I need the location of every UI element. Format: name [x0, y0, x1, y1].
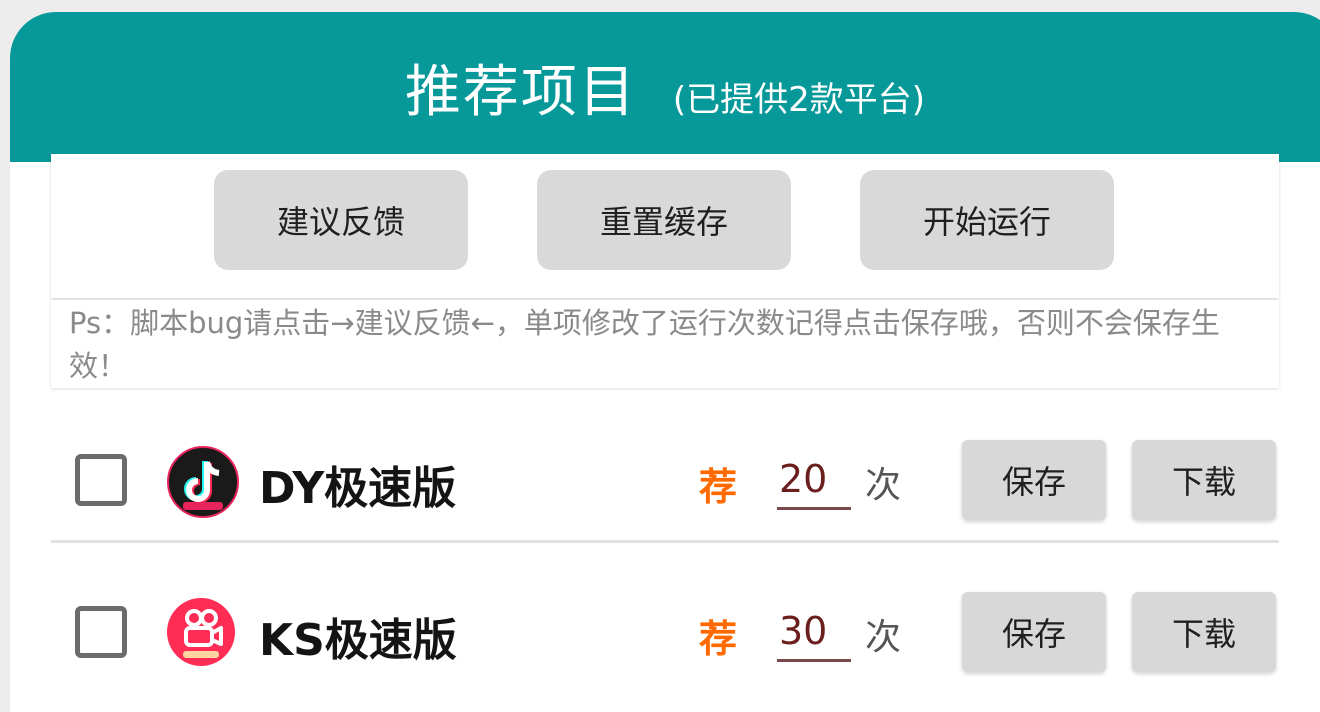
app-checkbox-dy[interactable] — [75, 454, 127, 506]
run-count-input-dy[interactable]: 20 — [777, 452, 851, 510]
reset-cache-button[interactable]: 重置缓存 — [537, 170, 791, 270]
tip-text: Ps：脚本bug请点击→建议反馈←，单项修改了运行次数记得点击保存哦，否则不会保… — [51, 300, 1279, 388]
recommend-badge: 荐 — [699, 465, 738, 509]
count-unit: 次 — [865, 465, 902, 506]
app-row-ks: KS极速版 荐 30 次 保存 下载 — [51, 562, 1279, 702]
download-button-dy[interactable]: 下载 — [1132, 440, 1276, 520]
run-count-input-ks[interactable]: 30 — [777, 604, 851, 662]
kuaishou-icon — [167, 598, 235, 666]
start-button[interactable]: 开始运行 — [860, 170, 1114, 270]
page-subtitle: (已提供2款平台) — [672, 79, 926, 120]
page-title: 推荐项目 — [404, 59, 637, 125]
save-button-ks[interactable]: 保存 — [962, 592, 1106, 672]
row-divider — [51, 540, 1279, 543]
app-name-dy: DY极速版 — [259, 463, 457, 514]
app-row-dy: DY极速版 荐 20 次 保存 下载 — [51, 410, 1279, 550]
download-button-ks[interactable]: 下载 — [1132, 592, 1276, 672]
save-button-dy[interactable]: 保存 — [962, 440, 1106, 520]
header-bar: 推荐项目 (已提供2款平台) — [10, 12, 1320, 162]
app-name-ks: KS极速版 — [259, 615, 457, 666]
action-card: 建议反馈 重置缓存 开始运行 — [51, 154, 1279, 298]
app-checkbox-ks[interactable] — [75, 606, 127, 658]
feedback-button[interactable]: 建议反馈 — [214, 170, 468, 270]
count-unit: 次 — [865, 617, 902, 658]
recommend-badge: 荐 — [699, 617, 738, 661]
douyin-icon — [167, 446, 239, 518]
